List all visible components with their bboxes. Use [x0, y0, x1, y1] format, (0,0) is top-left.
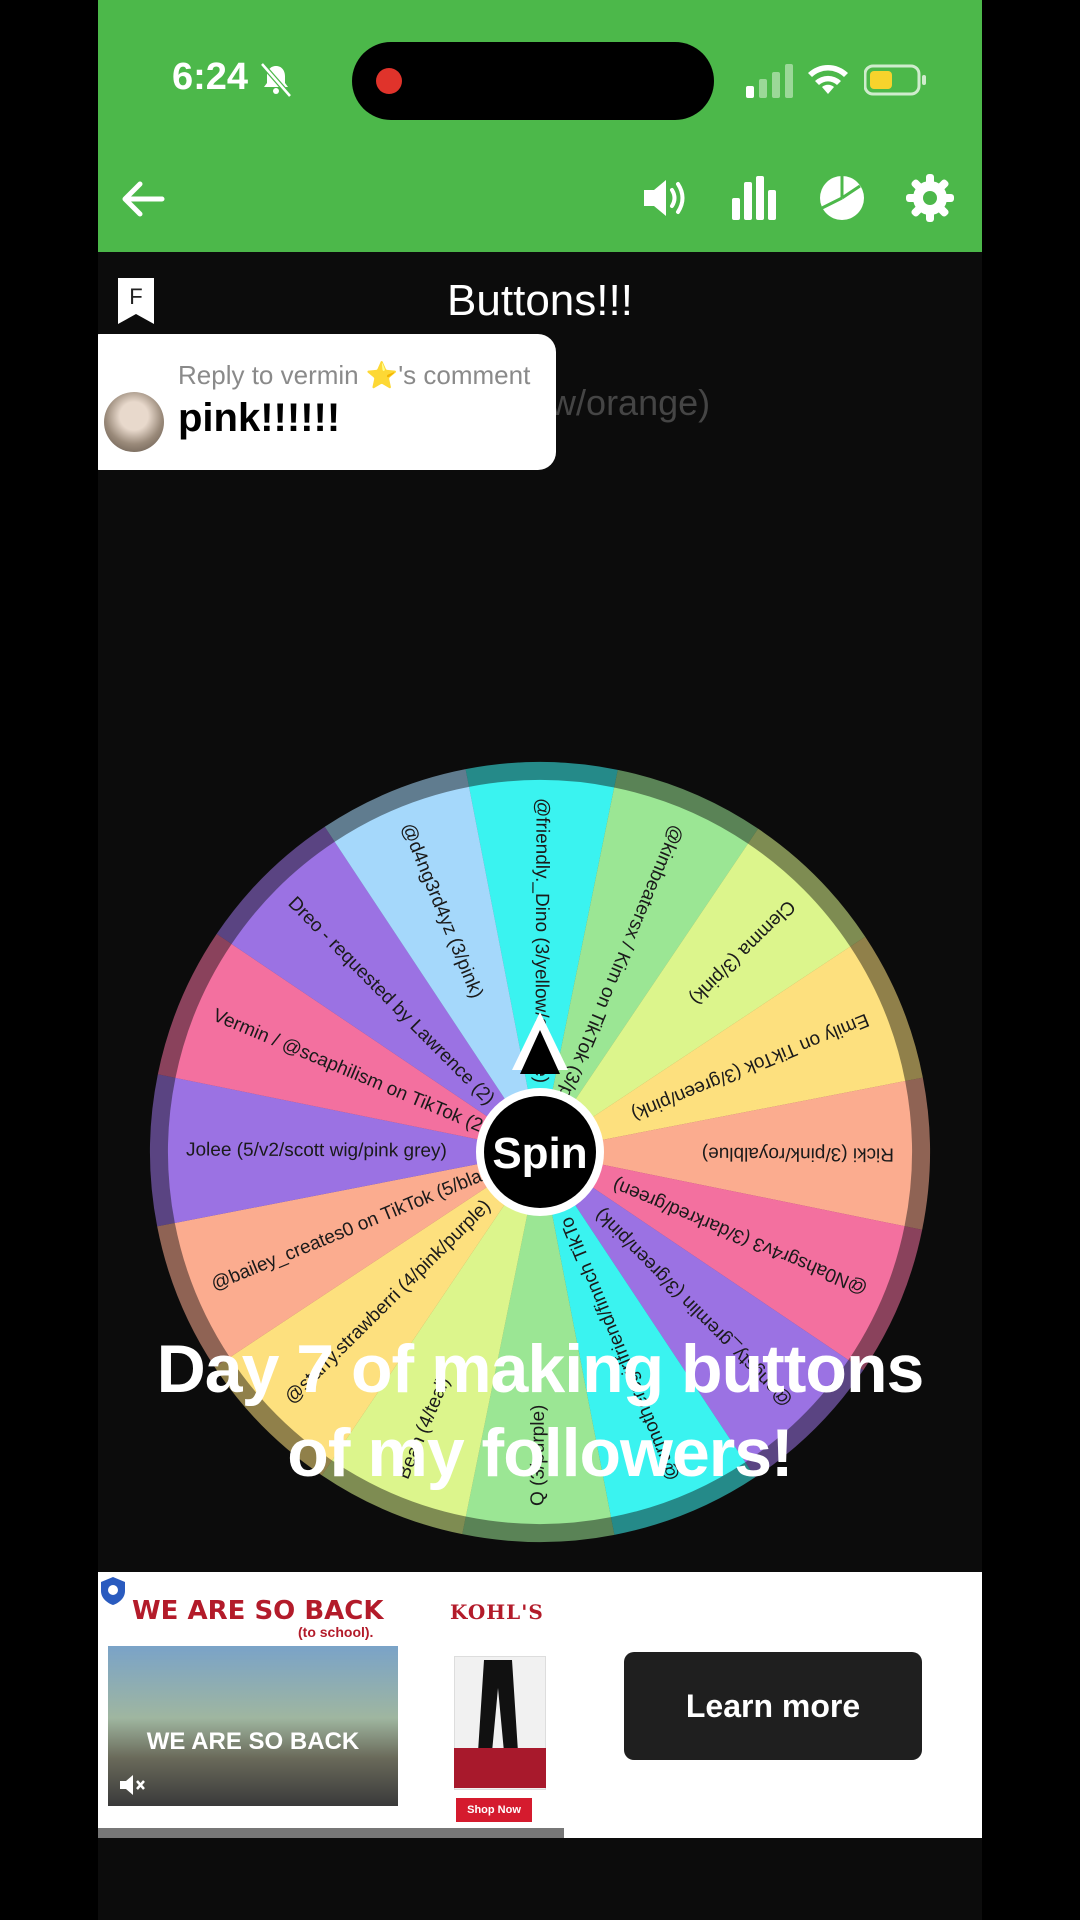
- status-time: 6:24: [172, 56, 249, 98]
- reply-comment-bubble: Reply to vermin ⭐'s comment pink!!!!!!: [98, 334, 556, 470]
- silent-bell-icon: [260, 62, 292, 98]
- battery-icon: [864, 64, 926, 96]
- ad-image[interactable]: WE ARE SO BACK (to school). KOHL'S WE AR…: [98, 1572, 564, 1838]
- ad-photo-text: WE ARE SO BACK: [146, 1728, 360, 1755]
- reply-text: pink!!!!!!: [178, 396, 341, 440]
- avatar: [104, 392, 164, 452]
- ad-headline: WE ARE SO BACK: [132, 1596, 384, 1626]
- ad-brand-logo: KOHL'S: [450, 1600, 544, 1624]
- dynamic-island: [352, 42, 714, 120]
- wheel-segment-label: Jolee (5/v2/scott wig/pink grey): [186, 1139, 447, 1161]
- ad-subline: (to school).: [298, 1624, 374, 1640]
- page-title: Buttons!!!: [447, 276, 633, 325]
- pie-chart-icon[interactable]: [816, 172, 868, 224]
- gear-icon[interactable]: [904, 172, 956, 224]
- mute-icon[interactable]: [118, 1772, 146, 1798]
- shop-now-button[interactable]: Shop Now: [456, 1798, 532, 1822]
- wifi-icon: [808, 65, 848, 94]
- spin-button-label: Spin: [492, 1129, 587, 1178]
- phone-screen: 6:24 F Buttons!!! /yellow/orange) Reply …: [98, 0, 982, 1920]
- caption-line-1: Day 7 of making buttons: [156, 1331, 925, 1407]
- ad-progress-bar: [98, 1828, 564, 1838]
- pants-icon: [478, 1660, 518, 1752]
- shield-icon: [101, 1577, 125, 1605]
- ad-photo: [108, 1646, 398, 1806]
- wheel-segment-label: Ricki (3/pink/royalblue): [702, 1143, 894, 1165]
- ad-banner[interactable]: WE ARE SO BACK (to school). KOHL'S WE AR…: [98, 1572, 982, 1838]
- learn-more-button[interactable]: Learn more: [624, 1652, 922, 1760]
- app-top-bar: 6:24: [98, 0, 982, 252]
- ad-product-info: [454, 1748, 546, 1788]
- reply-label: Reply to vermin ⭐'s comment: [178, 360, 531, 390]
- caption-line-2: of my followers!: [287, 1415, 793, 1491]
- sound-icon[interactable]: [640, 172, 692, 224]
- recording-dot-icon: [376, 68, 402, 94]
- bar-chart-icon[interactable]: [728, 172, 780, 224]
- cell-signal-icon: [746, 64, 793, 98]
- back-arrow-icon[interactable]: [118, 174, 168, 224]
